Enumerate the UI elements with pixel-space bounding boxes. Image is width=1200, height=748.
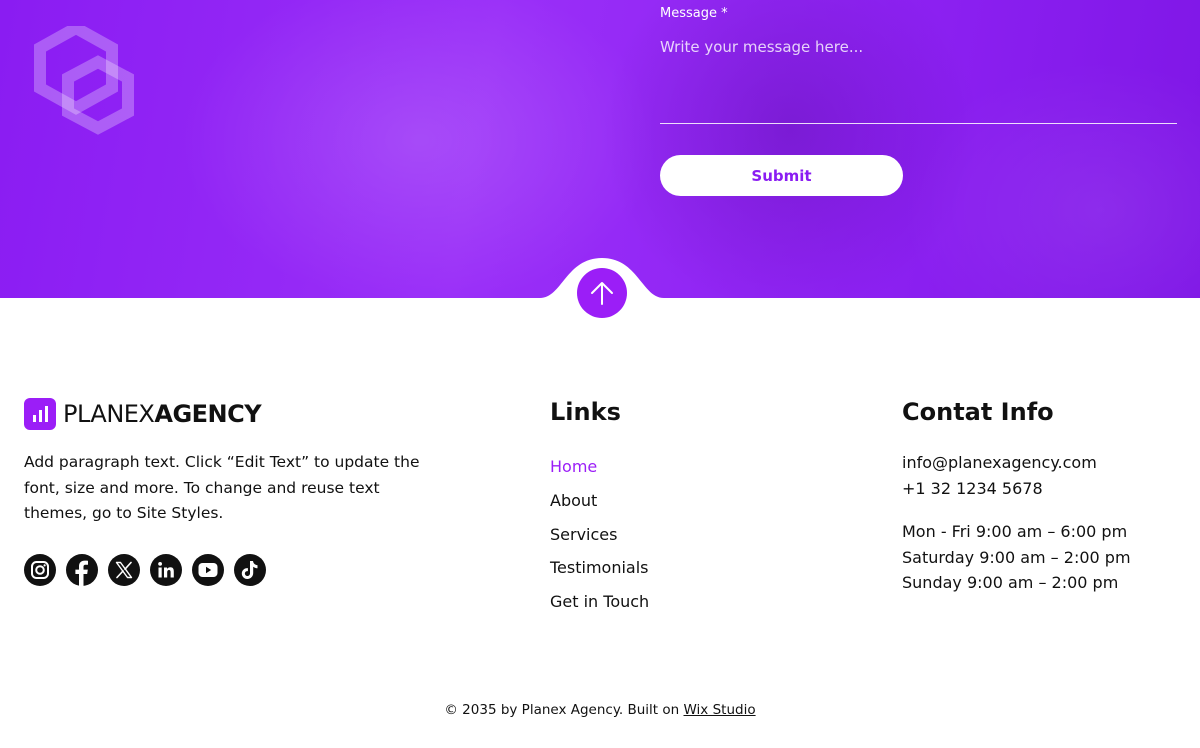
footer-link-about[interactable]: About	[550, 484, 649, 518]
footer-link-services[interactable]: Services	[550, 518, 649, 552]
footer-link-testimonials[interactable]: Testimonials	[550, 551, 649, 585]
brand-name: PLANEXAGENCY	[63, 400, 262, 428]
footer-link-home[interactable]: Home	[550, 450, 649, 484]
hours-sunday: Sunday 9:00 am – 2:00 pm	[902, 573, 1119, 592]
hours-weekdays: Mon - Fri 9:00 am – 6:00 pm	[902, 522, 1128, 541]
contact-info: info@planexagency.com +1 32 1234 5678 Mo…	[902, 450, 1131, 596]
links-heading: Links	[550, 398, 621, 426]
tiktok-icon[interactable]	[234, 554, 266, 586]
bar-chart-icon	[24, 398, 56, 430]
footer-link-get-in-touch[interactable]: Get in Touch	[550, 585, 649, 619]
footer-paragraph: Add paragraph text. Click “Edit Text” to…	[24, 453, 420, 522]
brand-name-bold: AGENCY	[154, 400, 262, 428]
instagram-icon[interactable]	[24, 554, 56, 586]
wix-studio-link[interactable]: Wix Studio	[684, 702, 756, 718]
arrow-up-icon	[591, 282, 613, 305]
contact-heading: Contat Info	[902, 398, 1054, 426]
hours-saturday: Saturday 9:00 am – 2:00 pm	[902, 547, 1131, 567]
contact-email[interactable]: info@planexagency.com	[902, 450, 1131, 476]
x-icon[interactable]	[108, 554, 140, 586]
copyright: © 2035 by Planex Agency. Built on Wix St…	[0, 702, 1200, 718]
copyright-text: © 2035 by Planex Agency. Built on	[444, 702, 684, 718]
footer-links: Home About Services Testimonials Get in …	[550, 450, 649, 619]
decorative-hexagon-logo	[34, 26, 134, 135]
brand-name-light: PLANEX	[63, 400, 155, 428]
facebook-icon[interactable]	[66, 554, 98, 586]
contact-phone[interactable]: +1 32 1234 5678	[902, 476, 1131, 502]
hero-section: Message * Submit	[0, 0, 1200, 298]
social-links	[24, 554, 266, 586]
brand-logo[interactable]: PLANEXAGENCY	[24, 398, 262, 430]
message-field[interactable]	[660, 38, 1177, 124]
submit-button[interactable]: Submit	[660, 155, 903, 196]
linkedin-icon[interactable]	[150, 554, 182, 586]
message-label: Message *	[660, 6, 728, 21]
youtube-icon[interactable]	[192, 554, 224, 586]
scroll-to-top-button[interactable]	[577, 268, 627, 318]
